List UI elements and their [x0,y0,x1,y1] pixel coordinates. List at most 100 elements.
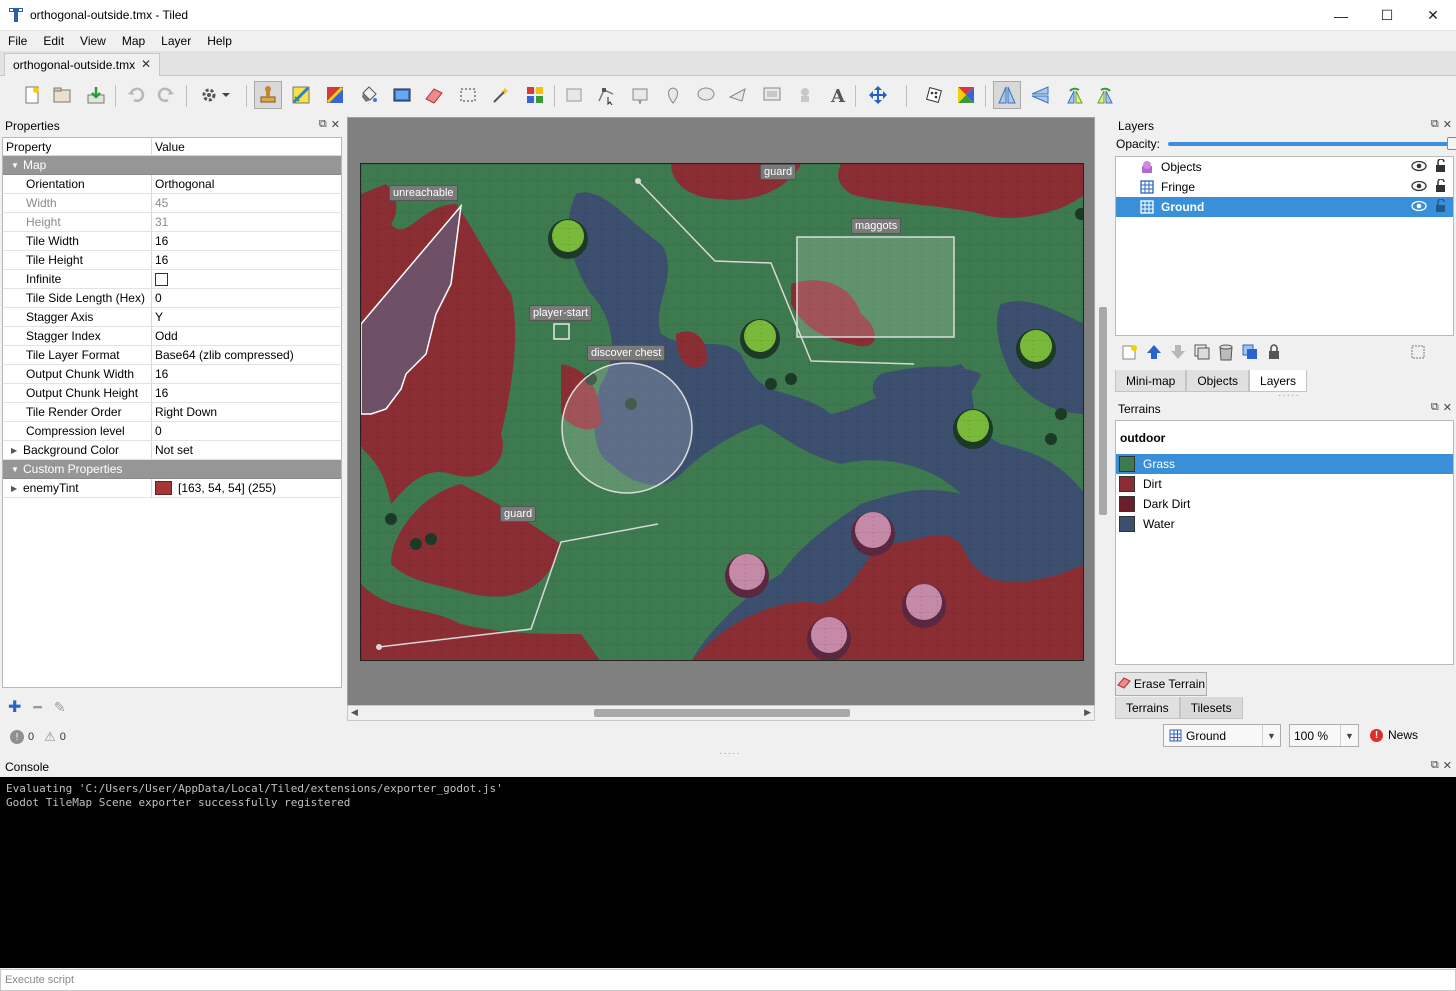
tile-map-canvas[interactable]: guard unreachable maggots player-start d… [360,163,1084,661]
layer-options-icon[interactable] [1409,343,1427,361]
map-editor-viewport[interactable]: guard unreachable maggots player-start d… [347,117,1095,719]
add-property-icon[interactable]: ✚ [8,697,21,717]
menu-map[interactable]: Map [114,34,153,48]
random-mode-dice-icon[interactable] [920,81,948,109]
insert-ellipse-icon[interactable] [692,81,720,109]
layer-row-fringe[interactable]: Fringe [1116,177,1453,197]
property-value[interactable]: Orthogonal [152,177,341,191]
rotate-left-icon[interactable] [1060,81,1088,109]
rotate-right-icon[interactable] [1092,81,1120,109]
minimize-button[interactable]: — [1318,0,1364,31]
execute-script-input[interactable]: Execute script [0,969,1456,991]
menu-layer[interactable]: Layer [153,34,199,48]
opacity-slider-handle[interactable] [1447,137,1456,150]
redo-icon[interactable] [152,81,180,109]
flip-vertical-icon[interactable] [1026,81,1054,109]
terrain-item-dirt[interactable]: Dirt [1116,474,1453,494]
property-row[interactable]: Stagger Axis Y [3,308,341,327]
float-panel-icon[interactable]: ⧉ [1431,401,1439,414]
chevron-down-icon[interactable]: ▼ [1262,725,1280,746]
horizontal-scroll-thumb[interactable] [594,709,850,717]
save-file-button[interactable] [82,81,110,109]
float-panel-icon[interactable]: ⧉ [1431,759,1439,772]
stamp-brush-icon[interactable] [254,81,282,109]
property-value[interactable]: Not set [152,443,341,457]
property-value[interactable]: 16 [152,367,341,381]
new-file-button[interactable] [18,81,46,109]
object-label-guard[interactable]: guard [500,506,537,522]
raise-layer-icon[interactable] [1145,343,1163,361]
lock-icon[interactable] [1435,158,1447,176]
wang-brush-icon[interactable] [321,81,349,109]
property-row[interactable]: Infinite [3,270,341,289]
custom-property-value[interactable]: [163, 54, 54] (255) [178,481,276,495]
property-value[interactable]: Right Down [152,405,341,419]
maggots-area[interactable] [796,236,955,338]
value-column-header[interactable]: Value [152,138,341,155]
close-panel-icon[interactable]: ✕ [331,118,340,131]
property-value[interactable]: 0 [152,424,341,438]
property-row[interactable]: Tile Height 16 [3,251,341,270]
custom-properties-group-row[interactable]: ▼ Custom Properties [3,460,341,479]
insert-tile-icon[interactable] [758,81,786,109]
property-row[interactable]: Stagger Index Odd [3,327,341,346]
undo-icon[interactable] [122,81,150,109]
menu-edit[interactable]: Edit [35,34,72,48]
rectangular-select-icon[interactable] [454,81,482,109]
insert-rectangle-icon[interactable] [626,81,654,109]
object-label-discover-chest[interactable]: discover chest [587,345,666,361]
map-group-row[interactable]: ▼ Map [3,156,341,175]
property-row[interactable]: Compression level 0 [3,422,341,441]
layer-combo[interactable]: Ground ▼ [1163,724,1281,747]
close-panel-icon[interactable]: ✕ [1443,118,1452,131]
menu-file[interactable]: File [0,34,35,48]
custom-property-row[interactable]: ▶ enemyTint [163, 54, 54] (255) [3,479,341,498]
visibility-eye-icon[interactable] [1411,160,1427,175]
toggle-layers-icon[interactable] [1241,343,1259,361]
expand-arrow-icon[interactable]: ▶ [11,484,23,493]
property-value[interactable]: Odd [152,329,341,343]
property-value[interactable]: Base64 (zlib compressed) [152,348,341,362]
chevron-down-icon[interactable]: ▼ [1340,725,1358,746]
flip-horizontal-icon[interactable] [993,81,1021,109]
select-objects-icon[interactable] [560,81,588,109]
layer-row-ground[interactable]: Ground [1116,197,1453,217]
splitter-grip[interactable]: ····· [1278,390,1300,401]
zoom-combo[interactable]: 100 % ▼ [1289,724,1359,747]
lock-icon[interactable] [1435,178,1447,196]
insert-polygon-icon[interactable] [724,81,752,109]
lock-icon[interactable] [1435,198,1447,216]
visibility-eye-icon[interactable] [1411,200,1427,215]
property-row[interactable]: Tile Layer Format Base64 (zlib compressed… [3,346,341,365]
world-tool-move-icon[interactable] [864,81,892,109]
issues-summary[interactable]: ! 0 ⚠ 0 [10,729,66,745]
close-tab-icon[interactable]: ✕ [141,57,151,71]
document-tab[interactable]: orthogonal-outside.tmx ✕ [4,53,160,76]
lower-layer-icon[interactable] [1169,343,1187,361]
insert-template-icon[interactable] [791,81,819,109]
lock-layers-icon[interactable] [1265,343,1283,361]
news-button[interactable]: ! News [1370,728,1418,742]
float-panel-icon[interactable]: ⧉ [1431,118,1439,131]
property-value[interactable]: 16 [152,253,341,267]
insert-point-icon[interactable] [659,81,687,109]
close-panel-icon[interactable]: ✕ [1443,401,1452,414]
object-label-player-start[interactable]: player-start [529,305,593,321]
property-value[interactable]: 16 [152,386,341,400]
maximize-button[interactable]: ☐ [1364,0,1410,31]
duplicate-layer-icon[interactable] [1193,343,1211,361]
color-swatch[interactable] [155,481,172,495]
property-row[interactable]: Tile Side Length (Hex) 0 [3,289,341,308]
property-row[interactable]: Output Chunk Width 16 [3,365,341,384]
layer-row-objects[interactable]: Objects [1116,157,1453,177]
visibility-eye-icon[interactable] [1411,180,1427,195]
property-row[interactable]: Tile Width 16 [3,232,341,251]
bucket-fill-icon[interactable] [355,81,383,109]
tab-layers[interactable]: Layers [1249,370,1308,392]
discover-chest-area[interactable] [561,362,693,494]
float-panel-icon[interactable]: ⧉ [319,118,327,131]
eraser-icon[interactable] [420,81,448,109]
property-row[interactable]: Orientation Orthogonal [3,175,341,194]
terrain-item-water[interactable]: Water [1116,514,1453,534]
terrain-item-grass[interactable]: Grass [1116,454,1453,474]
